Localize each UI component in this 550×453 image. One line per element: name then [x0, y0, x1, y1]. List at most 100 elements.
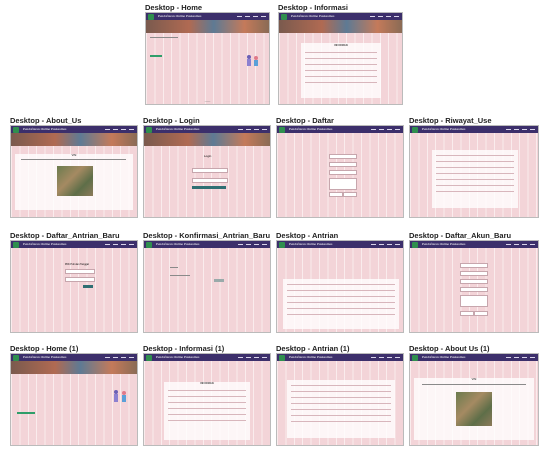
- logo-icon: [281, 13, 287, 20]
- frame-konfirmasi[interactable]: Desktop - Konfirmasi_Antrian_Baru Pendaf…: [143, 231, 271, 333]
- queue-table: [287, 380, 395, 438]
- form-field[interactable]: [329, 170, 357, 175]
- frame-about[interactable]: Desktop - About_Us Pendaftaran Online Pu…: [10, 116, 138, 218]
- frame-informasi[interactable]: Desktop - Informasi Pendaftaran Online P…: [278, 3, 403, 105]
- nav-menu[interactable]: [371, 243, 400, 246]
- site-header: Pendaftaran Online Puskesmas: [410, 354, 538, 361]
- frame-canvas: Pendaftaran Online Puskesmas: [409, 125, 539, 218]
- info-list: [301, 52, 381, 83]
- frame-title: Desktop - Daftar_Antrian_Baru: [10, 231, 120, 240]
- card-title: INFORMASI: [200, 382, 214, 385]
- map-image: [456, 392, 492, 426]
- about-text: [422, 384, 526, 385]
- address-textarea[interactable]: [329, 178, 357, 190]
- frame-title: Desktop - Home (1): [10, 344, 79, 353]
- nav-menu[interactable]: [506, 356, 535, 359]
- username-input[interactable]: [192, 168, 228, 173]
- label: [170, 275, 190, 276]
- nav-menu[interactable]: [238, 356, 267, 359]
- site-brand: Pendaftaran Online Puskesmas: [156, 126, 200, 131]
- frame-canvas: Pendaftaran Online Puskesmas INFORMASI: [278, 12, 403, 105]
- site-brand: Pendaftaran Online Puskesmas: [23, 241, 67, 246]
- doctor-illustration-icon: [244, 53, 262, 67]
- nav-menu[interactable]: [506, 243, 535, 246]
- confirm-button[interactable]: [214, 279, 224, 282]
- form-field[interactable]: [460, 279, 488, 284]
- form-field[interactable]: [460, 271, 488, 276]
- frame-edit[interactable]: Desktop - Daftar_Akun_Baru Pendaftaran O…: [409, 231, 539, 333]
- hero-text: [150, 37, 178, 38]
- form-field[interactable]: [343, 192, 357, 197]
- register-button[interactable]: [150, 55, 162, 57]
- frame-title: Desktop - Informasi: [278, 3, 349, 12]
- frame-informasi2[interactable]: Desktop - Informasi (1) Pendaftaran Onli…: [143, 344, 271, 446]
- submit-button[interactable]: [83, 285, 93, 288]
- frame-table[interactable]: Desktop - Antrian Pendaftaran Online Pus…: [276, 231, 404, 333]
- frame-canvas: Pendaftaran Online Puskesmas Pilih Poli …: [10, 240, 138, 333]
- nav-menu[interactable]: [238, 243, 267, 246]
- about-card: VISI: [15, 154, 133, 210]
- frame-login[interactable]: Desktop - Login Pendaftaran Online Puske…: [143, 116, 271, 218]
- frame-title: Desktop - Riwayat_Use: [409, 116, 492, 125]
- logo-icon: [279, 241, 285, 248]
- site-header: Pendaftaran Online Puskesmas: [277, 241, 403, 248]
- site-header: Pendaftaran Online Puskesmas: [410, 241, 538, 248]
- site-header: Pendaftaran Online Puskesmas: [144, 241, 270, 248]
- logo-icon: [148, 13, 154, 20]
- form-field[interactable]: [329, 154, 357, 159]
- frame-canvas: Pendaftaran Online Puskesmas: [276, 353, 404, 446]
- nav-menu[interactable]: [506, 128, 535, 131]
- form-button[interactable]: [474, 311, 488, 316]
- form-textarea[interactable]: [460, 295, 488, 307]
- nav-menu[interactable]: [370, 15, 399, 18]
- frame-home[interactable]: Desktop - Home Pendaftaran Online Puskes…: [145, 3, 270, 105]
- nav-menu[interactable]: [238, 128, 267, 131]
- form-field[interactable]: [460, 287, 488, 292]
- nav-menu[interactable]: [105, 128, 134, 131]
- date-input[interactable]: [65, 277, 95, 282]
- logo-icon: [146, 354, 152, 361]
- logo-icon: [279, 126, 285, 133]
- nav-menu[interactable]: [371, 356, 400, 359]
- password-input[interactable]: [192, 178, 228, 183]
- footer: ____: [204, 99, 211, 102]
- site-header: Pendaftaran Online Puskesmas: [146, 13, 269, 20]
- frame-title: Desktop - Daftar: [276, 116, 334, 125]
- frame-table2[interactable]: Desktop - Antrian (1) Pendaftaran Online…: [276, 344, 404, 446]
- login-button[interactable]: [192, 186, 226, 189]
- frame-title: Desktop - Login: [143, 116, 200, 125]
- map-image: [57, 166, 93, 196]
- logo-icon: [13, 241, 19, 248]
- frame-daftar[interactable]: Desktop - Daftar Pendaftaran Online Pusk…: [276, 116, 404, 218]
- about-card: VISI: [414, 378, 534, 440]
- frame-title: Desktop - Konfirmasi_Antrian_Baru: [143, 231, 271, 240]
- form-button[interactable]: [460, 311, 474, 316]
- frame-canvas: Pendaftaran Online Puskesmas ____: [145, 12, 270, 105]
- about-text: [21, 159, 126, 160]
- label: [170, 267, 178, 268]
- form-field[interactable]: [329, 192, 343, 197]
- form-field[interactable]: [460, 263, 488, 268]
- form-field[interactable]: [329, 162, 357, 167]
- frame-daftar-antrian[interactable]: Desktop - Daftar_Antrian_Baru Pendaftara…: [10, 231, 138, 333]
- nav-menu[interactable]: [105, 356, 134, 359]
- register-button[interactable]: [17, 412, 35, 414]
- frame-about2[interactable]: Desktop - About Us (1) Pendaftaran Onlin…: [409, 344, 539, 446]
- site-header: Pendaftaran Online Puskesmas: [144, 126, 270, 133]
- site-header: Pendaftaran Online Puskesmas: [11, 241, 137, 248]
- table-rows: [287, 385, 395, 422]
- frame-title: Desktop - Informasi (1): [143, 344, 225, 353]
- site-header: Pendaftaran Online Puskesmas: [144, 354, 270, 361]
- nav-menu[interactable]: [237, 15, 266, 18]
- logo-icon: [412, 126, 418, 133]
- nav-menu[interactable]: [105, 243, 134, 246]
- site-header: Pendaftaran Online Puskesmas: [279, 13, 402, 20]
- nav-menu[interactable]: [371, 128, 400, 131]
- frame-home2[interactable]: Desktop - Home (1) Pendaftaran Online Pu…: [10, 344, 138, 446]
- poli-select[interactable]: [65, 269, 95, 274]
- logo-icon: [13, 354, 19, 361]
- hero-banner: [11, 133, 137, 146]
- frame-title: Desktop - Antrian: [276, 231, 339, 240]
- frame-riwayat[interactable]: Desktop - Riwayat_Use Pendaftaran Online…: [409, 116, 539, 218]
- frame-title: Desktop - Home: [145, 3, 203, 12]
